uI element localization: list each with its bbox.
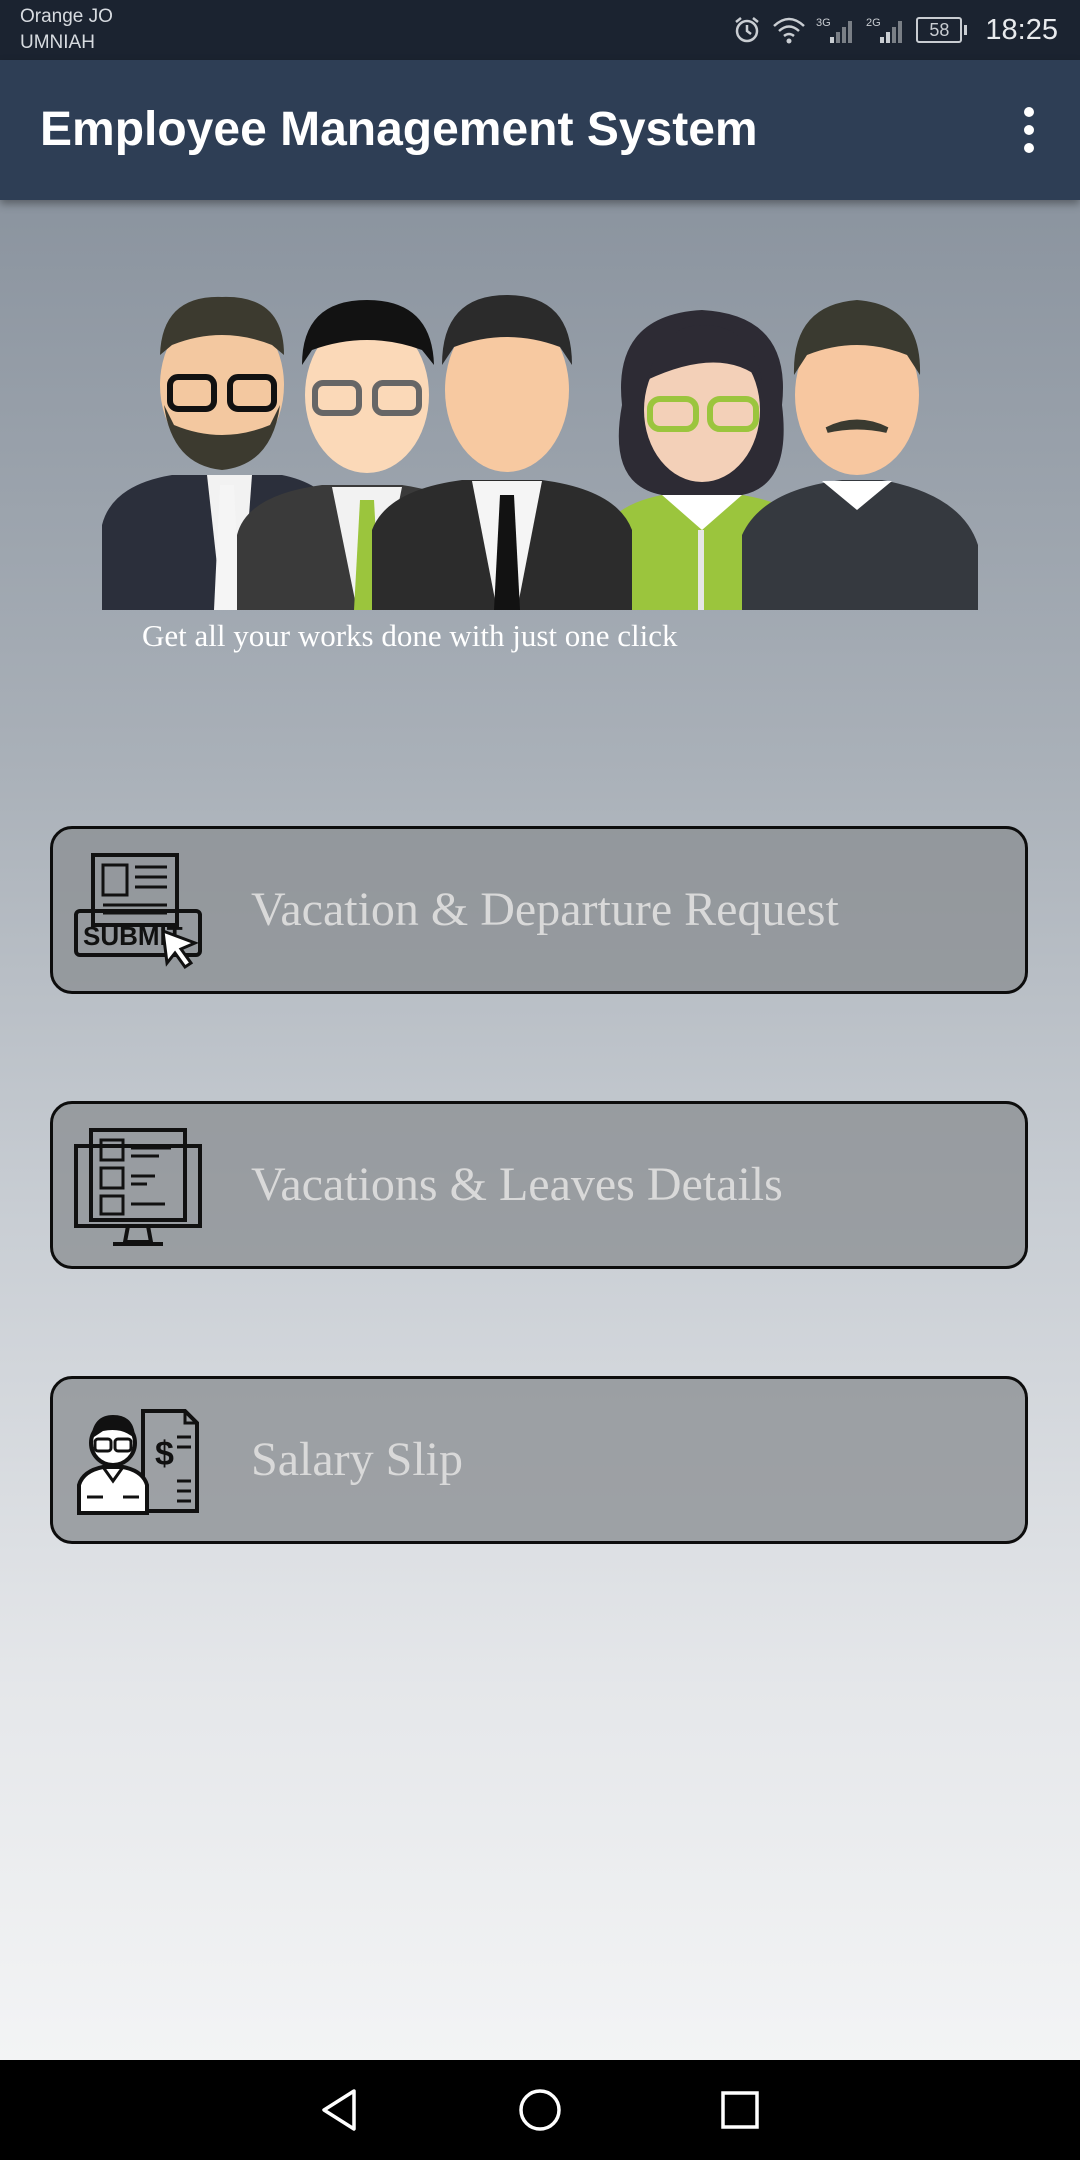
- hero-tagline: Get all your works done with just one cl…: [142, 618, 678, 653]
- more-vert-icon[interactable]: [1004, 100, 1054, 160]
- home-icon[interactable]: [515, 2085, 565, 2135]
- status-icons: 3G 2G 58 18:25: [732, 0, 1058, 60]
- svg-text:$: $: [155, 1435, 174, 1473]
- signal-icon-2: 2G: [866, 15, 906, 45]
- back-icon[interactable]: [316, 2085, 366, 2135]
- app-bar: Employee Management System: [0, 60, 1080, 200]
- battery-icon: 58: [916, 17, 968, 43]
- battery-level: 58: [916, 17, 963, 43]
- main-content: Get all your works done with just one cl…: [0, 200, 1080, 2060]
- carrier-info: Orange JO UMNIAH: [20, 4, 113, 56]
- carrier-2: UMNIAH: [20, 32, 95, 53]
- vacation-departure-request-button[interactable]: SUBMIT Vacation & Departure Request: [50, 826, 1028, 994]
- app-title: Employee Management System: [40, 103, 758, 156]
- wifi-icon: [772, 16, 806, 44]
- alarm-icon: [732, 15, 762, 45]
- employee-salary-icon: $: [77, 1409, 199, 1515]
- recents-icon[interactable]: [715, 2085, 765, 2135]
- vacations-leaves-details-label: Vacations & Leaves Details: [251, 1158, 783, 1211]
- salary-slip-label: Salary Slip: [251, 1433, 463, 1486]
- salary-slip-button[interactable]: $ Salary Slip: [50, 1376, 1028, 1544]
- clock: 18:25: [985, 13, 1058, 46]
- carrier-1: Orange JO: [20, 6, 113, 27]
- svg-text:2G: 2G: [866, 17, 881, 29]
- vacations-leaves-details-button[interactable]: Vacations & Leaves Details: [50, 1101, 1028, 1269]
- employee-group-illustration: [102, 295, 978, 610]
- status-bar: Orange JO UMNIAH 3G 2G 58 18:25: [0, 0, 1080, 60]
- monitor-list-icon: [74, 1128, 202, 1246]
- signal-icon-1: 3G: [816, 15, 856, 45]
- system-nav-bar: [0, 2060, 1080, 2160]
- submit-form-icon: SUBMIT: [74, 853, 202, 970]
- vacation-departure-request-label: Vacation & Departure Request: [251, 883, 839, 936]
- svg-text:3G: 3G: [816, 17, 831, 29]
